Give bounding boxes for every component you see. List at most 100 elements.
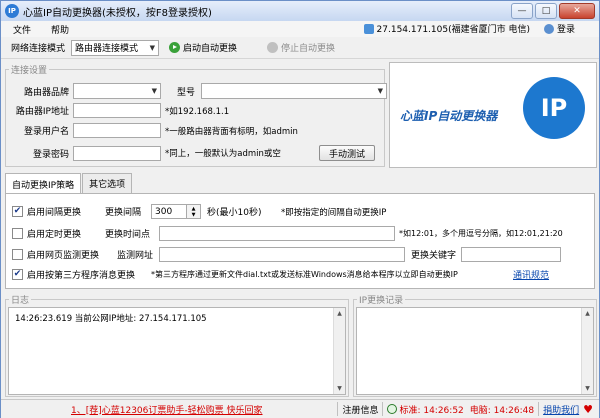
pc-time: 电脑: 14:26:48 <box>469 405 535 416</box>
brand-row: 路由器品牌 ▼ 型号 ▼ <box>9 83 387 99</box>
strategy-tabs: 自动更换IP策略 其它选项 <box>5 173 133 194</box>
username-row: 登录用户名 *一般路由器背面有标明，如admin <box>9 123 298 138</box>
router-ip-input[interactable] <box>73 103 161 118</box>
interval-label: 启用间隔更换 <box>27 208 82 218</box>
promo-link[interactable]: 1、[荐]心蓝12306订票助手-轻松购票 快乐回家 <box>71 403 263 416</box>
web-row: 启用网页监测更换 监测网址 更换关键字 <box>12 247 561 262</box>
menu-help[interactable]: 帮助 <box>51 23 69 36</box>
username-hint: *一般路由器背面有标明，如admin <box>165 126 298 137</box>
mode-select-value: 路由器连接模式 <box>75 44 139 54</box>
model-label: 型号 <box>177 87 196 98</box>
router-ip-label: 路由器IP地址 <box>15 107 69 117</box>
chevron-down-icon: ▼ <box>151 87 157 95</box>
protocol-spec-link[interactable]: 通讯规范 <box>513 268 549 281</box>
ip-history-list[interactable]: ▲ ▼ <box>356 307 594 395</box>
tab-auto-strategy[interactable]: 自动更换IP策略 <box>5 173 82 194</box>
status-bar: 1、[荐]心蓝12306订票助手-轻松购票 快乐回家 注册信息 标准: 14:2… <box>1 399 599 418</box>
start-auto-label: 启动自动更换 <box>183 44 238 54</box>
title-bar[interactable]: IP 心蓝IP自动更换器(未授权，按F8登录授权) — □ ✕ <box>1 1 599 21</box>
model-select[interactable]: ▼ <box>201 83 387 99</box>
timed-input[interactable] <box>159 226 395 241</box>
scroll-up-icon[interactable]: ▲ <box>334 308 345 319</box>
brand-select[interactable]: ▼ <box>73 83 161 99</box>
keyword-label: 更换关键字 <box>411 251 457 261</box>
router-ip-row: 路由器IP地址 *如192.168.1.1 <box>9 103 229 118</box>
interval-checkbox[interactable]: ✔ <box>12 206 23 217</box>
interval-row: ✔ 启用间隔更换 更换间隔 300 ▲ ▼ 秒(最小10秒) *即按指定的间隔自动… <box>12 204 386 219</box>
stop-auto-button[interactable]: 停止自动更换 <box>267 41 335 54</box>
interval-spinner[interactable]: ▲ ▼ <box>187 204 201 219</box>
timed-label: 启用定时更换 <box>27 230 82 240</box>
password-row: 登录密码 *同上，一般默认为admin或空 手动测试 <box>9 145 375 161</box>
web-checkbox[interactable] <box>12 249 23 260</box>
close-button[interactable]: ✕ <box>559 3 595 19</box>
password-input[interactable] <box>73 145 161 161</box>
mode-select[interactable]: 路由器连接模式 ▼ <box>71 39 160 56</box>
password-label: 登录密码 <box>32 149 69 160</box>
scroll-up-icon[interactable]: ▲ <box>582 308 593 319</box>
strategy-panel: ✔ 启用间隔更换 更换间隔 300 ▲ ▼ 秒(最小10秒) *即按指定的间隔自动… <box>5 193 595 289</box>
start-auto-button[interactable]: 启动自动更换 <box>169 41 237 54</box>
username-label: 登录用户名 <box>23 127 69 137</box>
log-list[interactable]: 14:26:23.619 当前公网IP地址: 27.154.171.105 ▲ … <box>8 307 346 395</box>
public-ip-info: 27.154.171.105(福建省厦门市 电信) 登录 <box>363 22 575 35</box>
log-scrollbar[interactable]: ▲ ▼ <box>333 308 345 394</box>
clock-icon <box>387 404 398 414</box>
stop-icon <box>267 42 279 53</box>
third-party-row: ✔ 启用按第三方程序消息更换 *第三方程序通过更新文件dial.txt或发送标准… <box>12 268 549 281</box>
play-icon <box>169 42 181 53</box>
scroll-down-icon[interactable]: ▼ <box>582 383 593 394</box>
log-title: 日志 <box>9 293 32 306</box>
login-button[interactable]: 登录 <box>557 22 575 35</box>
donate-link[interactable]: 捐助我们 <box>543 403 579 416</box>
registration-info[interactable]: 注册信息 <box>342 403 378 416</box>
third-party-hint: *第三方程序通过更新文件dial.txt或发送标准Windows消息给本程序以立… <box>151 270 458 279</box>
interval-sub-label: 更换间隔 <box>105 208 142 218</box>
web-url-input[interactable] <box>159 247 405 262</box>
window-controls: — □ ✕ <box>511 3 595 19</box>
status-divider <box>382 402 384 416</box>
timed-hint: *如12:01，多个用逗号分隔，如12:01,21:20 <box>399 229 563 238</box>
menu-file[interactable]: 文件 <box>13 23 31 36</box>
user-icon <box>543 23 554 34</box>
heart-icon: ♥ <box>583 402 593 416</box>
router-ip-hint: *如192.168.1.1 <box>165 106 230 117</box>
app-icon: IP <box>5 4 19 18</box>
mode-label: 网络连接模式 <box>11 44 66 54</box>
timed-checkbox[interactable] <box>12 228 23 239</box>
logo-panel: IP 心蓝IP自动更换器 <box>389 62 597 168</box>
stop-auto-label: 停止自动更换 <box>281 44 336 54</box>
status-divider <box>337 402 339 416</box>
maximize-button[interactable]: □ <box>535 3 557 19</box>
brand-label: 路由器品牌 <box>23 87 69 98</box>
logo-text: 心蓝IP自动更换器 <box>400 109 498 123</box>
timed-sub-label: 更换时间点 <box>105 230 151 240</box>
network-icon <box>363 23 374 34</box>
keyword-input[interactable] <box>461 247 561 262</box>
standard-time: 标准: 14:26:52 <box>399 405 464 416</box>
toolbar: 网络连接模式 路由器连接模式 ▼ 启动自动更换 停止自动更换 <box>1 37 599 59</box>
chevron-down-icon: ▼ <box>377 87 383 95</box>
scroll-down-icon[interactable]: ▼ <box>334 383 345 394</box>
username-input[interactable] <box>73 123 161 138</box>
window-title: 心蓝IP自动更换器(未授权，按F8登录授权) <box>23 7 212 19</box>
minimize-button[interactable]: — <box>511 3 533 19</box>
third-party-checkbox[interactable]: ✔ <box>12 269 23 280</box>
web-sub-label: 监测网址 <box>117 251 154 261</box>
interval-unit: 秒(最小10秒) <box>207 208 262 218</box>
manual-test-button[interactable]: 手动测试 <box>319 145 375 161</box>
ip-logo-icon: IP <box>523 77 585 139</box>
status-divider <box>538 402 540 416</box>
public-ip-text: 27.154.171.105(福建省厦门市 电信) <box>376 25 530 35</box>
tab-other-options[interactable]: 其它选项 <box>82 173 133 193</box>
log-line: 14:26:23.619 当前公网IP地址: 27.154.171.105 <box>15 314 207 324</box>
timed-row: 启用定时更换 更换时间点 *如12:01，多个用逗号分隔，如12:01,21:2… <box>12 226 563 241</box>
interval-input[interactable]: 300 <box>151 204 187 219</box>
third-party-label: 启用按第三方程序消息更换 <box>27 271 136 281</box>
interval-hint: *即按指定的间隔自动更换IP <box>281 207 387 218</box>
ip-history-scrollbar[interactable]: ▲ ▼ <box>581 308 593 394</box>
ip-history-title: IP更换记录 <box>357 293 406 306</box>
connection-settings-title: 连接设置 <box>9 63 50 76</box>
web-label: 启用网页监测更换 <box>27 251 100 261</box>
chevron-down-icon: ▼ <box>149 43 156 52</box>
